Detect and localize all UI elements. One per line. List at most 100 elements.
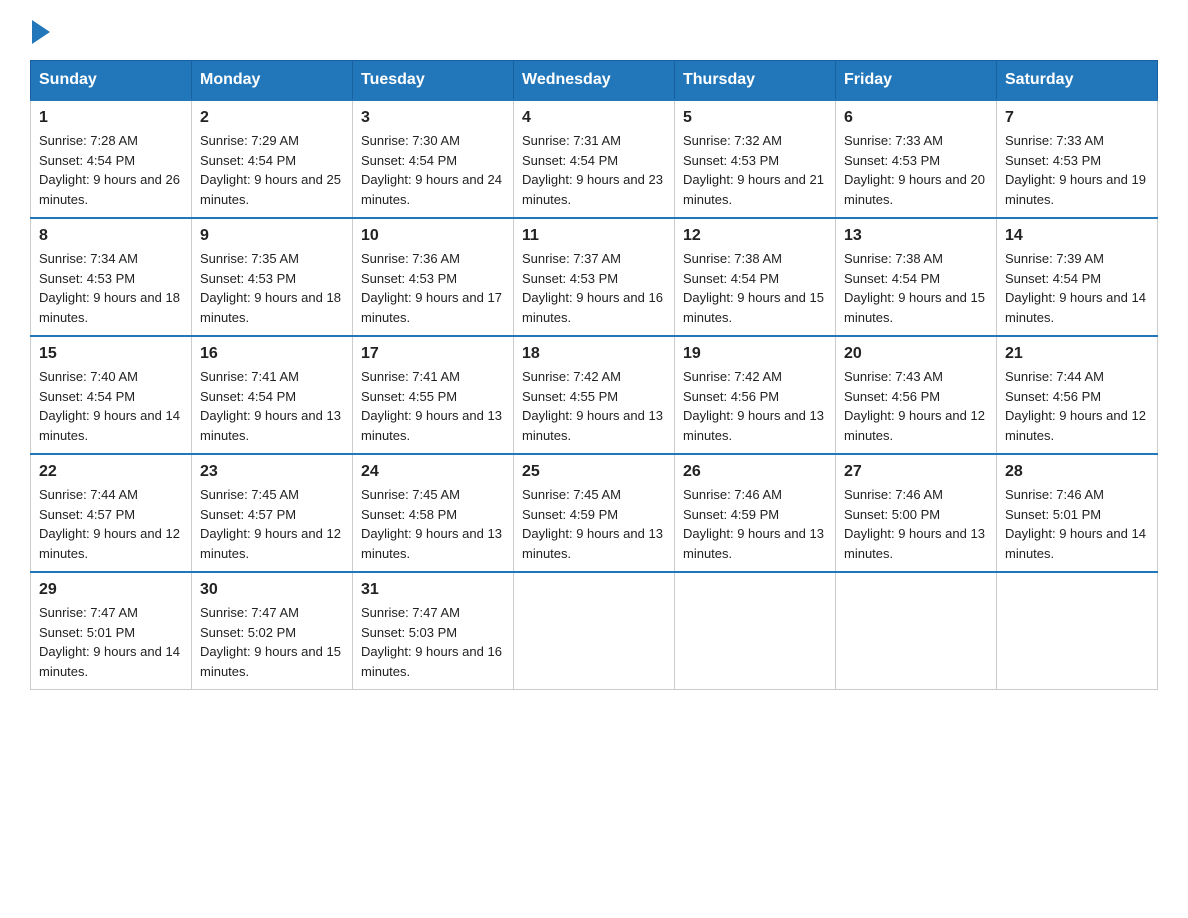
calendar-day-cell: 8 Sunrise: 7:34 AM Sunset: 4:53 PM Dayli… <box>31 218 192 336</box>
day-number: 28 <box>1005 463 1149 481</box>
day-number: 7 <box>1005 109 1149 127</box>
calendar-week-row: 8 Sunrise: 7:34 AM Sunset: 4:53 PM Dayli… <box>31 218 1158 336</box>
calendar-day-cell: 12 Sunrise: 7:38 AM Sunset: 4:54 PM Dayl… <box>675 218 836 336</box>
calendar-day-cell <box>514 572 675 690</box>
day-number: 18 <box>522 345 666 363</box>
day-info: Sunrise: 7:36 AM Sunset: 4:53 PM Dayligh… <box>361 249 505 327</box>
weekday-header-wednesday: Wednesday <box>514 61 675 101</box>
calendar-day-cell: 22 Sunrise: 7:44 AM Sunset: 4:57 PM Dayl… <box>31 454 192 572</box>
day-info: Sunrise: 7:46 AM Sunset: 5:00 PM Dayligh… <box>844 485 988 563</box>
day-number: 15 <box>39 345 183 363</box>
calendar-day-cell: 28 Sunrise: 7:46 AM Sunset: 5:01 PM Dayl… <box>997 454 1158 572</box>
day-number: 19 <box>683 345 827 363</box>
logo-arrow-icon <box>32 20 50 44</box>
day-number: 27 <box>844 463 988 481</box>
calendar-day-cell: 18 Sunrise: 7:42 AM Sunset: 4:55 PM Dayl… <box>514 336 675 454</box>
day-info: Sunrise: 7:35 AM Sunset: 4:53 PM Dayligh… <box>200 249 344 327</box>
day-info: Sunrise: 7:46 AM Sunset: 5:01 PM Dayligh… <box>1005 485 1149 563</box>
day-info: Sunrise: 7:39 AM Sunset: 4:54 PM Dayligh… <box>1005 249 1149 327</box>
weekday-header-row: SundayMondayTuesdayWednesdayThursdayFrid… <box>31 61 1158 101</box>
calendar-day-cell: 15 Sunrise: 7:40 AM Sunset: 4:54 PM Dayl… <box>31 336 192 454</box>
calendar-day-cell: 4 Sunrise: 7:31 AM Sunset: 4:54 PM Dayli… <box>514 100 675 218</box>
page-header <box>30 20 1158 40</box>
day-number: 12 <box>683 227 827 245</box>
calendar-day-cell: 29 Sunrise: 7:47 AM Sunset: 5:01 PM Dayl… <box>31 572 192 690</box>
day-number: 8 <box>39 227 183 245</box>
calendar-day-cell: 11 Sunrise: 7:37 AM Sunset: 4:53 PM Dayl… <box>514 218 675 336</box>
weekday-header-thursday: Thursday <box>675 61 836 101</box>
day-info: Sunrise: 7:31 AM Sunset: 4:54 PM Dayligh… <box>522 131 666 209</box>
weekday-header-sunday: Sunday <box>31 61 192 101</box>
day-info: Sunrise: 7:45 AM Sunset: 4:59 PM Dayligh… <box>522 485 666 563</box>
calendar-day-cell: 2 Sunrise: 7:29 AM Sunset: 4:54 PM Dayli… <box>192 100 353 218</box>
day-number: 2 <box>200 109 344 127</box>
day-info: Sunrise: 7:37 AM Sunset: 4:53 PM Dayligh… <box>522 249 666 327</box>
calendar-day-cell: 31 Sunrise: 7:47 AM Sunset: 5:03 PM Dayl… <box>353 572 514 690</box>
day-number: 10 <box>361 227 505 245</box>
calendar-week-row: 22 Sunrise: 7:44 AM Sunset: 4:57 PM Dayl… <box>31 454 1158 572</box>
day-number: 23 <box>200 463 344 481</box>
day-number: 24 <box>361 463 505 481</box>
day-info: Sunrise: 7:32 AM Sunset: 4:53 PM Dayligh… <box>683 131 827 209</box>
calendar-table: SundayMondayTuesdayWednesdayThursdayFrid… <box>30 60 1158 690</box>
day-info: Sunrise: 7:44 AM Sunset: 4:57 PM Dayligh… <box>39 485 183 563</box>
day-info: Sunrise: 7:33 AM Sunset: 4:53 PM Dayligh… <box>844 131 988 209</box>
calendar-day-cell: 19 Sunrise: 7:42 AM Sunset: 4:56 PM Dayl… <box>675 336 836 454</box>
calendar-week-row: 29 Sunrise: 7:47 AM Sunset: 5:01 PM Dayl… <box>31 572 1158 690</box>
weekday-header-tuesday: Tuesday <box>353 61 514 101</box>
calendar-day-cell: 20 Sunrise: 7:43 AM Sunset: 4:56 PM Dayl… <box>836 336 997 454</box>
weekday-header-saturday: Saturday <box>997 61 1158 101</box>
day-info: Sunrise: 7:41 AM Sunset: 4:54 PM Dayligh… <box>200 367 344 445</box>
calendar-day-cell: 13 Sunrise: 7:38 AM Sunset: 4:54 PM Dayl… <box>836 218 997 336</box>
calendar-day-cell: 30 Sunrise: 7:47 AM Sunset: 5:02 PM Dayl… <box>192 572 353 690</box>
day-number: 6 <box>844 109 988 127</box>
calendar-day-cell <box>675 572 836 690</box>
day-info: Sunrise: 7:44 AM Sunset: 4:56 PM Dayligh… <box>1005 367 1149 445</box>
day-number: 29 <box>39 581 183 599</box>
calendar-day-cell: 1 Sunrise: 7:28 AM Sunset: 4:54 PM Dayli… <box>31 100 192 218</box>
day-number: 3 <box>361 109 505 127</box>
calendar-day-cell: 16 Sunrise: 7:41 AM Sunset: 4:54 PM Dayl… <box>192 336 353 454</box>
day-info: Sunrise: 7:28 AM Sunset: 4:54 PM Dayligh… <box>39 131 183 209</box>
calendar-day-cell: 5 Sunrise: 7:32 AM Sunset: 4:53 PM Dayli… <box>675 100 836 218</box>
day-number: 11 <box>522 227 666 245</box>
calendar-day-cell <box>836 572 997 690</box>
calendar-day-cell: 7 Sunrise: 7:33 AM Sunset: 4:53 PM Dayli… <box>997 100 1158 218</box>
day-number: 21 <box>1005 345 1149 363</box>
day-info: Sunrise: 7:42 AM Sunset: 4:56 PM Dayligh… <box>683 367 827 445</box>
day-info: Sunrise: 7:47 AM Sunset: 5:03 PM Dayligh… <box>361 603 505 681</box>
day-info: Sunrise: 7:46 AM Sunset: 4:59 PM Dayligh… <box>683 485 827 563</box>
calendar-day-cell: 25 Sunrise: 7:45 AM Sunset: 4:59 PM Dayl… <box>514 454 675 572</box>
day-number: 22 <box>39 463 183 481</box>
calendar-week-row: 1 Sunrise: 7:28 AM Sunset: 4:54 PM Dayli… <box>31 100 1158 218</box>
day-number: 31 <box>361 581 505 599</box>
day-info: Sunrise: 7:42 AM Sunset: 4:55 PM Dayligh… <box>522 367 666 445</box>
day-number: 5 <box>683 109 827 127</box>
day-info: Sunrise: 7:47 AM Sunset: 5:01 PM Dayligh… <box>39 603 183 681</box>
calendar-day-cell: 23 Sunrise: 7:45 AM Sunset: 4:57 PM Dayl… <box>192 454 353 572</box>
day-info: Sunrise: 7:33 AM Sunset: 4:53 PM Dayligh… <box>1005 131 1149 209</box>
day-info: Sunrise: 7:34 AM Sunset: 4:53 PM Dayligh… <box>39 249 183 327</box>
calendar-week-row: 15 Sunrise: 7:40 AM Sunset: 4:54 PM Dayl… <box>31 336 1158 454</box>
day-number: 17 <box>361 345 505 363</box>
calendar-day-cell: 9 Sunrise: 7:35 AM Sunset: 4:53 PM Dayli… <box>192 218 353 336</box>
calendar-day-cell: 17 Sunrise: 7:41 AM Sunset: 4:55 PM Dayl… <box>353 336 514 454</box>
day-info: Sunrise: 7:47 AM Sunset: 5:02 PM Dayligh… <box>200 603 344 681</box>
logo <box>30 20 50 40</box>
day-info: Sunrise: 7:40 AM Sunset: 4:54 PM Dayligh… <box>39 367 183 445</box>
day-info: Sunrise: 7:38 AM Sunset: 4:54 PM Dayligh… <box>683 249 827 327</box>
day-number: 20 <box>844 345 988 363</box>
calendar-day-cell: 24 Sunrise: 7:45 AM Sunset: 4:58 PM Dayl… <box>353 454 514 572</box>
calendar-day-cell: 27 Sunrise: 7:46 AM Sunset: 5:00 PM Dayl… <box>836 454 997 572</box>
day-number: 1 <box>39 109 183 127</box>
day-number: 14 <box>1005 227 1149 245</box>
weekday-header-monday: Monday <box>192 61 353 101</box>
day-number: 30 <box>200 581 344 599</box>
calendar-day-cell: 14 Sunrise: 7:39 AM Sunset: 4:54 PM Dayl… <box>997 218 1158 336</box>
calendar-day-cell: 26 Sunrise: 7:46 AM Sunset: 4:59 PM Dayl… <box>675 454 836 572</box>
day-number: 9 <box>200 227 344 245</box>
calendar-header: SundayMondayTuesdayWednesdayThursdayFrid… <box>31 61 1158 101</box>
day-number: 26 <box>683 463 827 481</box>
calendar-day-cell: 10 Sunrise: 7:36 AM Sunset: 4:53 PM Dayl… <box>353 218 514 336</box>
calendar-day-cell: 6 Sunrise: 7:33 AM Sunset: 4:53 PM Dayli… <box>836 100 997 218</box>
